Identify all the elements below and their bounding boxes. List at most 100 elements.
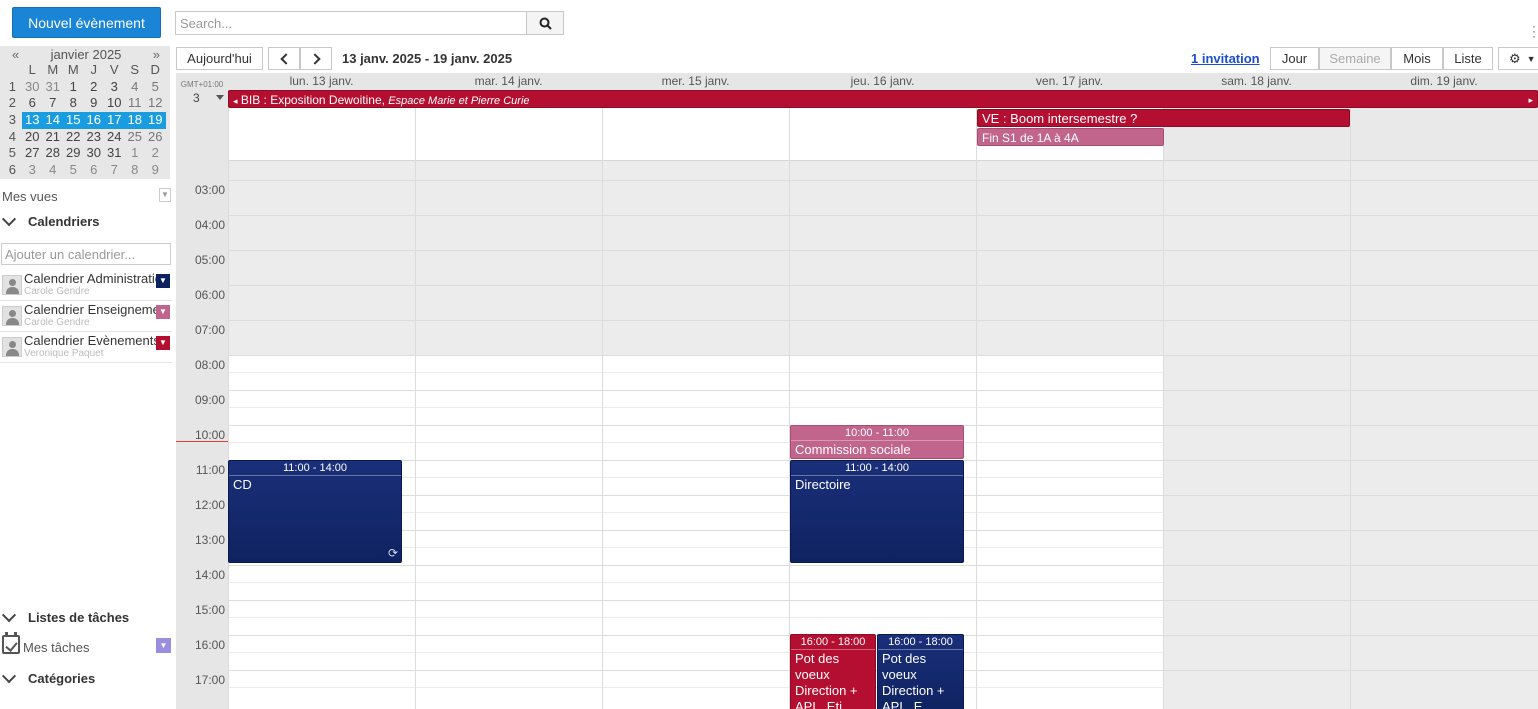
mini-day[interactable]: 21 bbox=[43, 129, 64, 146]
mini-day-selected[interactable]: 19 bbox=[145, 112, 166, 129]
mini-day[interactable]: 3 bbox=[104, 79, 125, 96]
mini-day[interactable]: 8 bbox=[63, 95, 84, 112]
week-number[interactable]: 4 bbox=[0, 129, 22, 146]
my-views-dropdown-icon[interactable]: ▼ bbox=[159, 188, 171, 202]
mini-day[interactable]: 6 bbox=[84, 162, 105, 179]
view-day-button[interactable]: Jour bbox=[1270, 47, 1319, 70]
calendar-item-evenements[interactable]: Calendrier Evènements Veronique Paquet ▼ bbox=[0, 333, 172, 363]
calendar-item-enseignement[interactable]: Calendrier Enseignement Carole Gendre ▼ bbox=[0, 302, 172, 332]
mini-day[interactable]: 31 bbox=[43, 79, 64, 96]
calendar-color-dropdown-icon[interactable]: ▼ bbox=[156, 305, 170, 319]
mini-day[interactable]: 8 bbox=[125, 162, 146, 179]
mini-day-selected[interactable]: 17 bbox=[104, 112, 125, 129]
calendar-name: Calendrier Evènements bbox=[24, 333, 156, 348]
mini-day[interactable]: 31 bbox=[104, 145, 125, 162]
mini-day[interactable]: 30 bbox=[22, 79, 43, 96]
mini-prev-month-button[interactable]: « bbox=[12, 47, 19, 62]
new-event-button[interactable]: Nouvel évènement bbox=[12, 7, 161, 38]
event-commission-sociale[interactable]: 10:00 - 11:00 Commission sociale bbox=[790, 425, 964, 459]
mini-day[interactable]: 29 bbox=[63, 145, 84, 162]
view-month-button[interactable]: Mois bbox=[1391, 47, 1443, 70]
today-button[interactable]: Aujourd'hui bbox=[176, 47, 263, 70]
mini-day[interactable]: 4 bbox=[43, 162, 64, 179]
mini-day[interactable]: 5 bbox=[145, 79, 166, 96]
more-menu-icon[interactable]: · · · bbox=[1532, 20, 1538, 42]
previous-week-button[interactable] bbox=[268, 47, 300, 70]
mini-day[interactable]: 11 bbox=[125, 95, 146, 112]
calendars-section-toggle[interactable]: Calendriers bbox=[1, 211, 100, 229]
mini-day[interactable]: 9 bbox=[84, 95, 105, 112]
mini-day[interactable]: 24 bbox=[104, 129, 125, 146]
my-views-label[interactable]: Mes vues bbox=[2, 189, 58, 204]
mini-day[interactable]: 10 bbox=[104, 95, 125, 112]
day-header[interactable]: mer. 15 janv. bbox=[602, 73, 789, 90]
allday-event-boom[interactable]: VE : Boom intersemestre ? bbox=[977, 109, 1350, 127]
event-title: Directoire bbox=[795, 477, 851, 492]
mini-next-month-button[interactable]: » bbox=[153, 47, 160, 62]
week-number[interactable]: 6 bbox=[0, 162, 22, 179]
week-number[interactable]: 5 bbox=[0, 145, 22, 162]
mini-day-selected[interactable]: 13 bbox=[22, 112, 43, 129]
event-directoire[interactable]: 11:00 - 14:00 Directoire bbox=[790, 460, 964, 563]
day-header[interactable]: ven. 17 janv. bbox=[976, 73, 1163, 90]
allday-collapse-icon[interactable] bbox=[216, 95, 224, 100]
view-list-button[interactable]: Liste bbox=[1443, 47, 1493, 70]
settings-button[interactable]: ⚙ ▼ bbox=[1498, 47, 1538, 70]
mini-day[interactable]: 26 bbox=[145, 129, 166, 146]
hour-row bbox=[228, 565, 1538, 600]
mini-day[interactable]: 22 bbox=[63, 129, 84, 146]
mini-day[interactable]: 1 bbox=[63, 79, 84, 96]
mini-day[interactable]: 25 bbox=[125, 129, 146, 146]
day-header[interactable]: dim. 19 janv. bbox=[1350, 73, 1538, 90]
caret-down-icon: ▼ bbox=[1526, 53, 1536, 64]
view-week-button[interactable]: Semaine bbox=[1319, 47, 1391, 70]
week-number[interactable]: 2 bbox=[0, 95, 22, 112]
mini-day[interactable]: 27 bbox=[22, 145, 43, 162]
day-header[interactable]: sam. 18 janv. bbox=[1163, 73, 1350, 90]
calendar-item-administration[interactable]: Calendrier Administration Carole Gendre … bbox=[0, 271, 172, 301]
add-calendar-input[interactable] bbox=[1, 243, 171, 265]
mini-day[interactable]: 5 bbox=[63, 162, 84, 179]
column-divider bbox=[1350, 90, 1351, 709]
mini-day-selected[interactable]: 14 bbox=[42, 112, 63, 129]
search-input[interactable] bbox=[175, 11, 527, 35]
event-cd[interactable]: 11:00 - 14:00 CD ⟳ bbox=[228, 460, 402, 563]
next-week-button[interactable] bbox=[300, 47, 332, 70]
categories-section-toggle[interactable]: Catégories bbox=[1, 668, 95, 686]
event-pot-des-voeux-1[interactable]: 16:00 - 18:00 Pot des voeux Direction + … bbox=[790, 634, 876, 709]
day-header[interactable]: jeu. 16 janv. bbox=[789, 73, 976, 90]
invitation-link[interactable]: 1 invitation bbox=[1191, 51, 1260, 66]
mini-day[interactable]: 3 bbox=[22, 162, 43, 179]
week-number[interactable]: 3 bbox=[0, 112, 22, 129]
mini-day[interactable]: 20 bbox=[22, 129, 43, 146]
mini-day-selected[interactable]: 16 bbox=[83, 112, 104, 129]
calendar-color-dropdown-icon[interactable]: ▼ bbox=[156, 336, 170, 350]
mini-day-selected[interactable]: 15 bbox=[63, 112, 84, 129]
mini-day-selected[interactable]: 18 bbox=[124, 112, 145, 129]
search-button[interactable] bbox=[526, 11, 564, 35]
mini-day[interactable]: 7 bbox=[104, 162, 125, 179]
event-pot-des-voeux-2[interactable]: 16:00 - 18:00 Pot des voeux Direction + … bbox=[877, 634, 964, 709]
hour-label: 05:00 bbox=[194, 253, 225, 267]
tasks-color-dropdown-icon[interactable]: ▼ bbox=[156, 638, 171, 653]
calendar-color-dropdown-icon[interactable]: ▼ bbox=[156, 274, 170, 288]
mini-day[interactable]: 9 bbox=[145, 162, 166, 179]
mini-day[interactable]: 2 bbox=[84, 79, 105, 96]
mini-day[interactable]: 2 bbox=[145, 145, 166, 162]
allday-event-fin-s1[interactable]: Fin S1 de 1A à 4A bbox=[977, 128, 1164, 146]
mini-day[interactable]: 1 bbox=[125, 145, 146, 162]
mini-day[interactable]: 28 bbox=[43, 145, 64, 162]
task-lists-section-toggle[interactable]: Listes de tâches bbox=[1, 607, 129, 625]
my-tasks-item[interactable]: Mes tâches bbox=[23, 640, 89, 655]
day-header[interactable]: lun. 13 janv. bbox=[228, 73, 415, 90]
mini-day[interactable]: 4 bbox=[125, 79, 146, 96]
allday-event-bib[interactable]: ◂ BIB : Exposition Dewoitine, Espace Mar… bbox=[228, 90, 1538, 108]
mini-day[interactable]: 12 bbox=[145, 95, 166, 112]
mini-day[interactable]: 6 bbox=[22, 95, 43, 112]
week-number[interactable]: 1 bbox=[0, 79, 22, 96]
mini-day[interactable]: 23 bbox=[84, 129, 105, 146]
mini-day[interactable]: 7 bbox=[43, 95, 64, 112]
hour-label: 04:00 bbox=[194, 218, 225, 232]
day-header[interactable]: mar. 14 janv. bbox=[415, 73, 602, 90]
mini-day[interactable]: 30 bbox=[84, 145, 105, 162]
